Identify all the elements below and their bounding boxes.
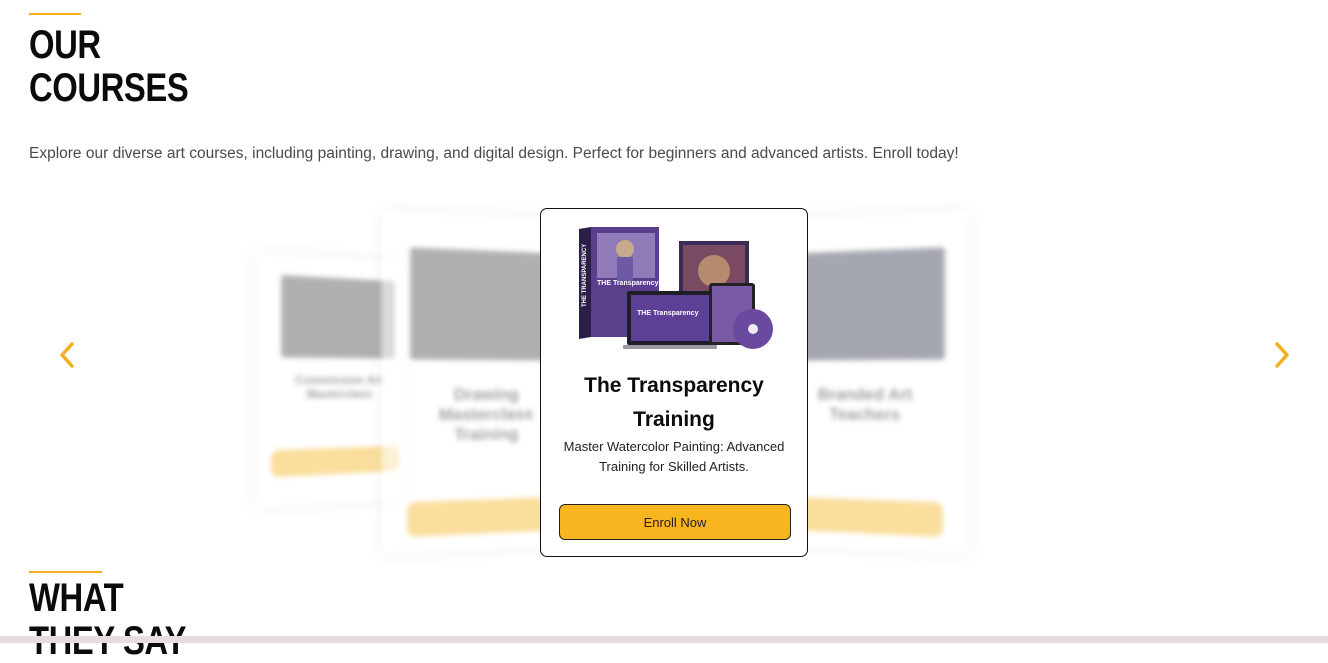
course-card-active: THE Transparency THE TRANSPARENCY THE Tr…	[540, 208, 808, 557]
course-product-image: THE Transparency THE TRANSPARENCY THE Tr…	[579, 227, 773, 349]
product-box-label: THE Transparency	[597, 280, 659, 287]
svg-text:THE Transparency: THE Transparency	[637, 310, 699, 317]
course-card-title: The Transparency Training	[584, 374, 764, 431]
course-card-title: Drawing Masterclass Training	[438, 384, 534, 445]
course-card-description: Master Watercolor Painting: Advanced Tra…	[563, 439, 785, 474]
courses-carousel: Commission Art Masterclass Drawing Maste…	[0, 200, 1328, 570]
enroll-button[interactable]	[794, 496, 943, 537]
enroll-button[interactable]	[407, 496, 558, 537]
courses-subtitle: Explore our diverse art courses, includi…	[29, 145, 959, 162]
enroll-button[interactable]	[271, 445, 400, 478]
svg-text:THE TRANSPARENCY: THE TRANSPARENCY	[582, 244, 588, 307]
chevron-left-icon	[60, 342, 74, 368]
testimonials-heading-line1: WHAT	[29, 576, 124, 620]
courses-accent-line	[29, 13, 81, 15]
courses-heading-line2: COURSES	[29, 66, 189, 110]
chevron-right-icon	[1275, 342, 1289, 368]
courses-heading-line1: OUR	[29, 23, 101, 67]
course-card-title: Branded Art Teachers	[817, 384, 913, 425]
testimonials-heading: WHAT THEY SAY	[29, 576, 187, 663]
carousel-prev-button[interactable]	[52, 340, 82, 370]
course-card-left[interactable]: Drawing Masterclass Training	[381, 210, 558, 555]
course-card-right[interactable]: Branded Art Teachers	[794, 210, 969, 555]
page-bottom-strip	[0, 636, 1328, 643]
testimonials-accent-line	[29, 571, 102, 573]
courses-heading: OUR COURSES	[29, 23, 189, 110]
carousel-next-button[interactable]	[1267, 340, 1297, 370]
enroll-now-button[interactable]: Enroll Now	[559, 504, 791, 540]
